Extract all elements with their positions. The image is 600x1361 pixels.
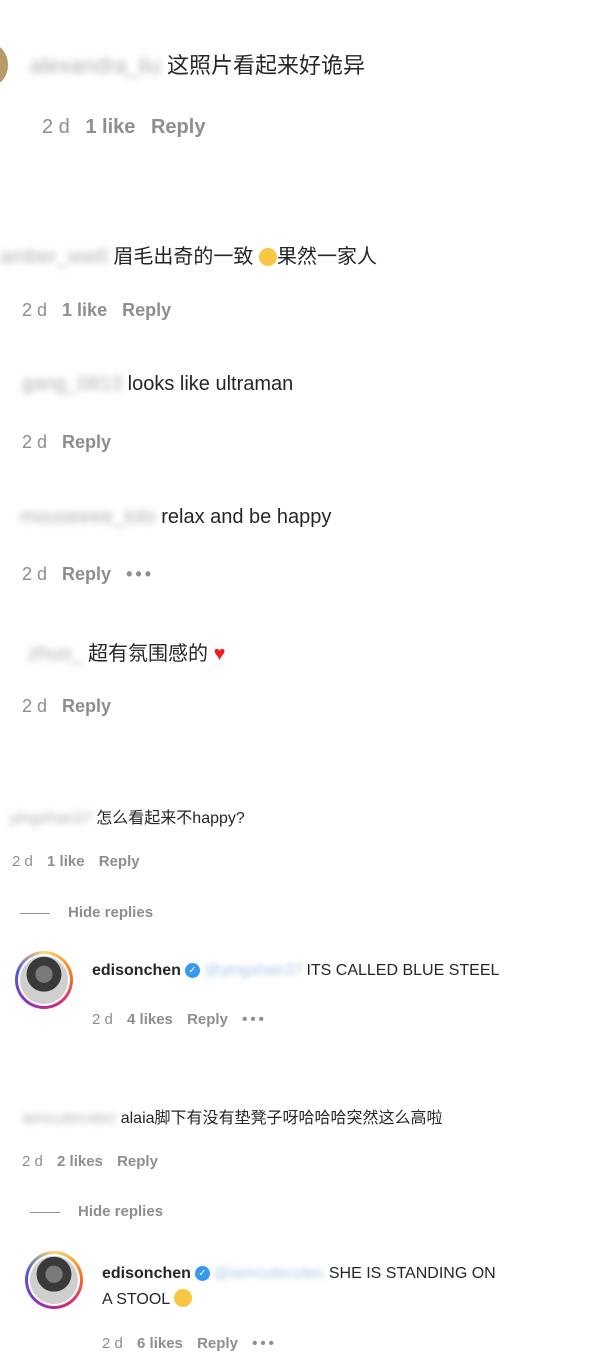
- comment-7: iamcutecutec alaia脚下有没有垫凳子呀哈哈哈突然这么高啦: [22, 1104, 443, 1128]
- comment-username[interactable]: yingshan37: [10, 810, 92, 828]
- comment-time[interactable]: 2 d: [22, 696, 47, 716]
- hide-replies-label: Hide replies: [78, 1203, 164, 1220]
- comment-3-meta: 2 d Reply: [22, 432, 121, 453]
- reply-time[interactable]: 2 d: [92, 1011, 113, 1028]
- reply-button[interactable]: Reply: [99, 853, 140, 870]
- comment-username[interactable]: mouseeee_lolo: [20, 506, 156, 529]
- comment-time[interactable]: 2 d: [22, 300, 47, 320]
- reply-2: edisonchen ✓ @iamcutecutec SHE IS STANDING…: [102, 1261, 496, 1313]
- comment-text: relax and be happy: [155, 506, 332, 528]
- reply-button[interactable]: Reply: [197, 1335, 238, 1352]
- reply-button[interactable]: Reply: [151, 116, 205, 138]
- divider: [30, 1211, 60, 1213]
- comment-username[interactable]: gang_0813: [22, 373, 122, 396]
- reply-username[interactable]: edisonchen: [92, 962, 181, 979]
- reply-2-meta: 2 d 6 likes Reply •••: [102, 1335, 287, 1352]
- reply-button[interactable]: Reply: [62, 432, 111, 452]
- comment-text-2: 果然一家人: [276, 246, 377, 268]
- hide-replies-label: Hide replies: [68, 904, 154, 921]
- comment-3: gang_0813 looks like ultraman: [22, 373, 293, 396]
- comment-7-meta: 2 d 2 likes Reply: [22, 1153, 168, 1170]
- likes-count[interactable]: 2 likes: [57, 1153, 103, 1170]
- likes-count[interactable]: 4 likes: [127, 1011, 173, 1028]
- reply-button[interactable]: Reply: [117, 1153, 158, 1170]
- hide-replies-button[interactable]: Hide replies: [20, 904, 153, 921]
- reply-text-2: A STOOL: [102, 1291, 170, 1308]
- likes-count[interactable]: 6 likes: [137, 1335, 183, 1352]
- comment-time[interactable]: 2 d: [22, 432, 47, 452]
- reply-button[interactable]: Reply: [122, 300, 171, 320]
- comment-text: looks like ultraman: [122, 373, 294, 395]
- comment-2-meta: 2 d 1 like Reply: [22, 300, 181, 321]
- reply-button[interactable]: Reply: [187, 1011, 228, 1028]
- divider: [20, 912, 50, 914]
- reply-text: ITS CALLED BLUE STEEL: [302, 962, 500, 979]
- comment-username[interactable]: alexandra_liu: [30, 53, 161, 79]
- comment-time[interactable]: 2 d: [12, 853, 33, 870]
- clapping-hands-icon: [258, 248, 277, 266]
- comment-5: zhuo_ 超有氛围感的 ♥: [28, 637, 226, 666]
- comment-time[interactable]: 2 d: [22, 564, 47, 584]
- mention[interactable]: @yingshan37: [204, 962, 302, 979]
- mention[interactable]: @iamcutecutec: [214, 1265, 325, 1282]
- comment-4-meta: 2 d Reply •••: [22, 564, 164, 585]
- verified-badge-icon: ✓: [184, 963, 200, 979]
- comment-text: 眉毛出奇的一致: [107, 246, 254, 268]
- laughing-face-icon: [174, 1289, 193, 1307]
- comment-6-meta: 2 d 1 like Reply: [12, 853, 150, 870]
- more-options-icon[interactable]: •••: [252, 1335, 277, 1352]
- comment-1: alexandra_liu 这照片看起来好诡异: [30, 48, 365, 80]
- comment-5-meta: 2 d Reply: [22, 696, 121, 717]
- reply-text: SHE IS STANDING ON: [324, 1265, 496, 1282]
- comment-time[interactable]: 2 d: [22, 1153, 43, 1170]
- comment-6: yingshan37 怎么看起来不happy?: [10, 804, 245, 828]
- reply-1: edisonchen ✓ @yingshan37 ITS CALLED BLUE S…: [92, 962, 499, 980]
- avatar[interactable]: [25, 1251, 83, 1309]
- hide-replies-button[interactable]: Hide replies: [30, 1203, 163, 1220]
- reply-username[interactable]: edisonchen: [102, 1265, 191, 1282]
- avatar[interactable]: [15, 951, 73, 1009]
- reply-button[interactable]: Reply: [62, 696, 111, 716]
- comment-text: alaia脚下有没有垫凳子呀哈哈哈突然这么高啦: [116, 1110, 443, 1127]
- red-heart-icon: ♥: [213, 643, 226, 665]
- comment-username[interactable]: iamcutecutec: [22, 1110, 116, 1128]
- comment-1-meta: 2 d 1 like Reply: [42, 116, 215, 139]
- more-options-icon[interactable]: •••: [242, 1011, 267, 1028]
- avatar[interactable]: [0, 45, 8, 85]
- comment-4: mouseeee_lolo relax and be happy: [20, 506, 331, 529]
- likes-count[interactable]: 1 like: [47, 853, 85, 870]
- likes-count[interactable]: 1 like: [85, 116, 135, 138]
- comment-text: 超有氛围感的: [82, 643, 209, 665]
- reply-button[interactable]: Reply: [62, 564, 111, 584]
- reply-1-meta: 2 d 4 likes Reply •••: [92, 1011, 277, 1028]
- comment-username[interactable]: zhuo_: [28, 643, 83, 666]
- comment-2: amber_ww0 眉毛出奇的一致 果然一家人: [0, 240, 377, 269]
- comment-username[interactable]: amber_ww0: [0, 246, 108, 269]
- verified-badge-icon: ✓: [194, 1266, 210, 1282]
- more-options-icon[interactable]: •••: [126, 564, 154, 584]
- likes-count[interactable]: 1 like: [62, 300, 107, 320]
- reply-time[interactable]: 2 d: [102, 1335, 123, 1352]
- comment-text: 怎么看起来不happy?: [91, 810, 245, 827]
- comment-time[interactable]: 2 d: [42, 116, 70, 138]
- comment-text: 这照片看起来好诡异: [160, 53, 365, 78]
